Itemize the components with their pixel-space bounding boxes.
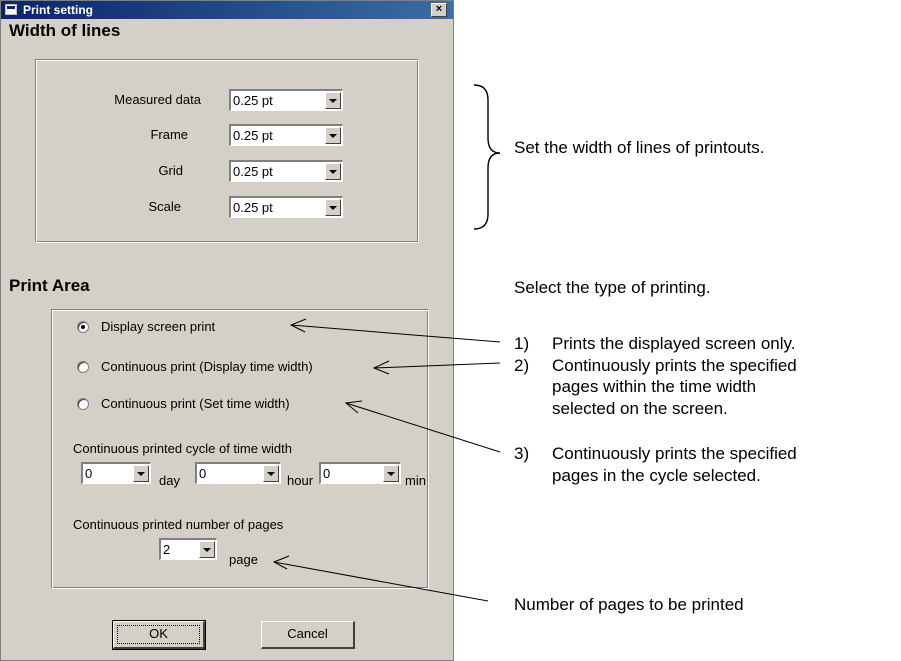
width-note: Set the width of lines of printouts. [514,138,765,157]
note-3-line-2: pages in the cycle selected. [552,466,761,485]
note-3-line-1: Continuously prints the specified [552,444,797,463]
note-1-line-1: Prints the displayed screen only. [552,334,796,353]
note-1-number: 1) [514,334,530,353]
pointer-line-4 [273,561,489,602]
note-2-line-3: selected on the screen. [552,399,728,418]
note-2-number: 2) [514,356,530,375]
pointer-line-1 [290,324,501,343]
annotation-overlay [272,84,501,602]
note-2-line-2: pages within the time width [552,377,757,396]
bracket-brace [473,84,501,230]
pointer-line-3 [345,402,501,453]
pointer-line-2 [373,362,501,369]
note-3-number: 3) [514,444,530,463]
note-2-line-1: Continuously prints the specified [552,356,797,375]
pages-note: Number of pages to be printed [514,595,744,614]
select-note: Select the type of printing. [514,278,711,297]
